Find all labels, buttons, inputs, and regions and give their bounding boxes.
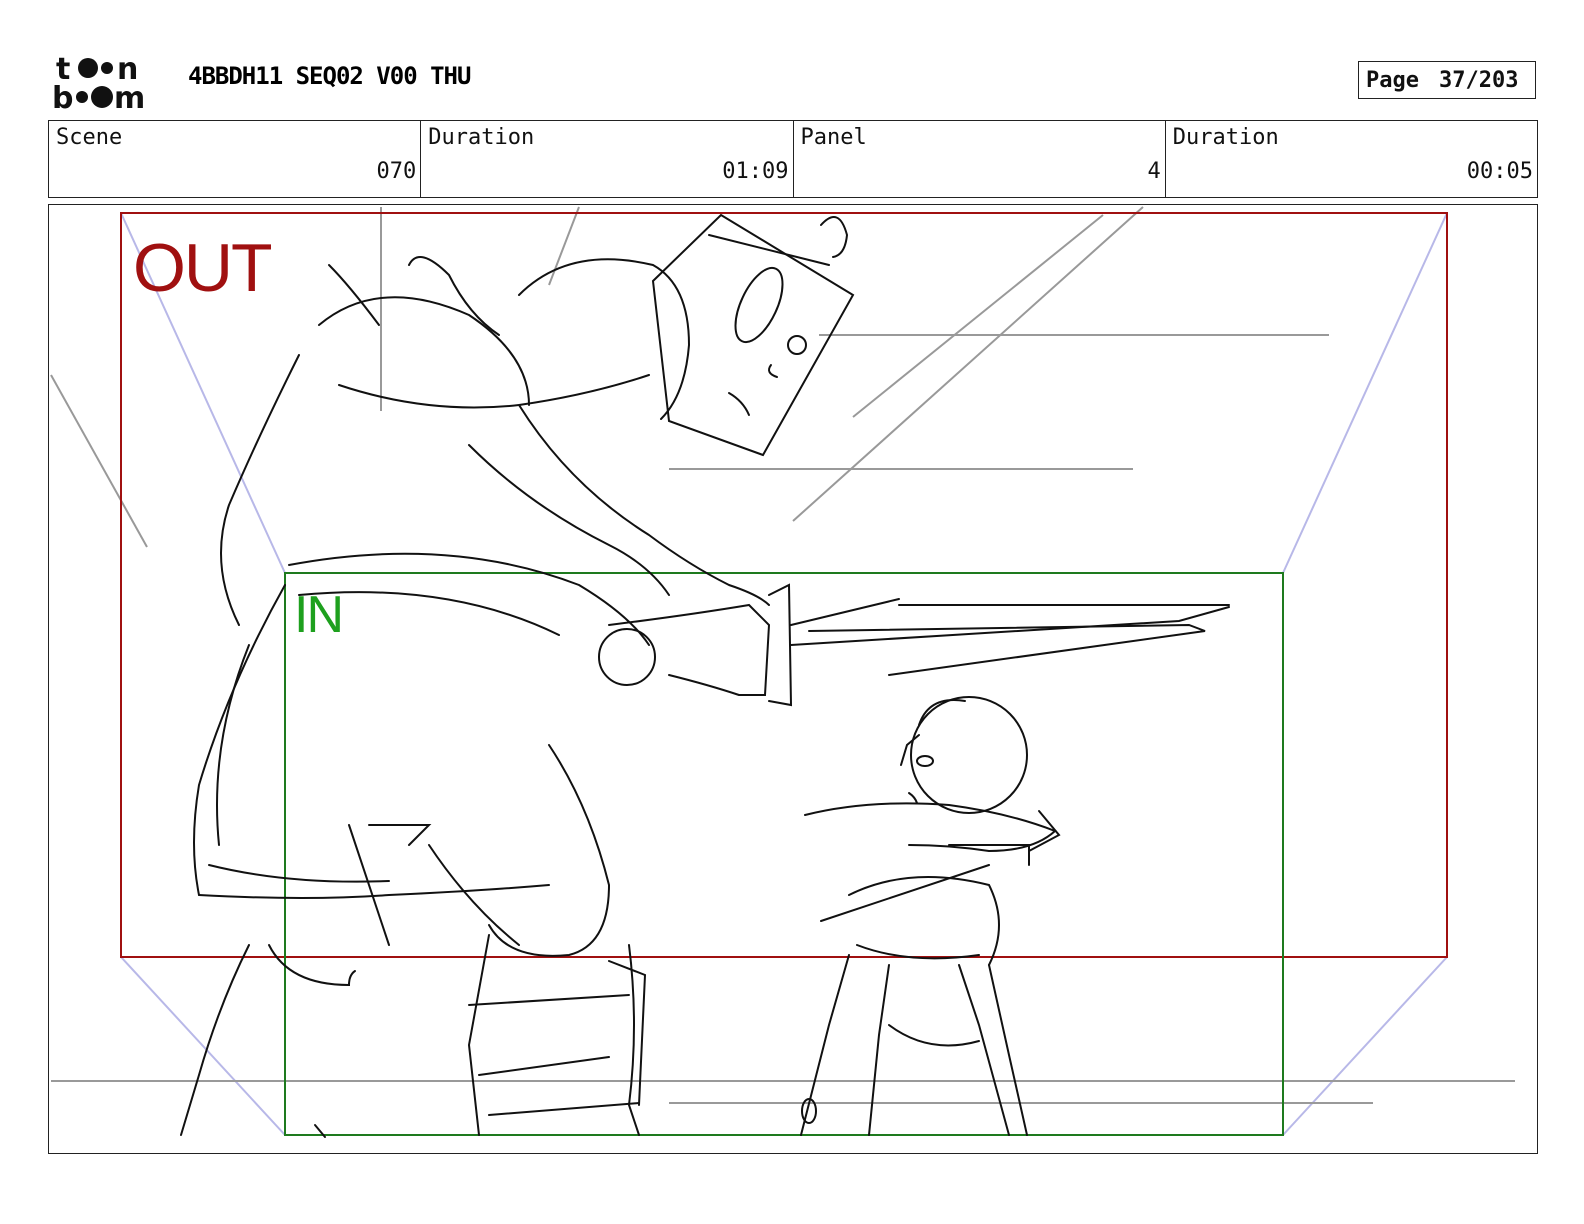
page-indicator: Page 37/203 bbox=[1358, 61, 1536, 99]
scene-duration-value: 01:09 bbox=[722, 159, 789, 184]
panel-value: 4 bbox=[1147, 159, 1161, 184]
svg-text:b: b bbox=[52, 81, 73, 110]
document-title: 4BBDH11 SEQ02 V00 THU bbox=[188, 62, 471, 90]
scene-cell: Scene 070 bbox=[49, 121, 422, 197]
panel-label: Panel bbox=[800, 125, 867, 150]
page-value: 37/203 bbox=[1438, 67, 1519, 93]
svg-text:m: m bbox=[114, 81, 145, 110]
scene-value: 070 bbox=[376, 159, 417, 184]
scene-duration-cell: Duration 01:09 bbox=[421, 121, 794, 197]
panel-duration-cell: Duration 00:05 bbox=[1166, 121, 1537, 197]
out-frame-label: OUT bbox=[133, 230, 273, 306]
storyboard-panel: OUT IN bbox=[48, 204, 1538, 1154]
scene-label: Scene bbox=[56, 125, 123, 150]
panel-duration-value: 00:05 bbox=[1466, 159, 1533, 184]
small-character-sketch bbox=[800, 696, 1061, 1136]
storyboard-info-table: Scene 070 Duration 01:09 Panel 4 Duratio… bbox=[48, 120, 1538, 198]
panel-cell: Panel 4 bbox=[794, 121, 1166, 197]
large-character-sketch bbox=[180, 213, 1230, 1138]
background-lines bbox=[50, 206, 1515, 1104]
in-frame-label: IN bbox=[294, 586, 344, 644]
toon-boom-logo: t n b m bbox=[52, 52, 164, 116]
panel-duration-label: Duration bbox=[1172, 125, 1279, 150]
page-label: Page bbox=[1366, 67, 1419, 93]
camera-move-guides bbox=[120, 212, 1448, 1136]
scene-duration-label: Duration bbox=[428, 125, 535, 150]
sketch-drawing bbox=[50, 206, 1515, 1138]
